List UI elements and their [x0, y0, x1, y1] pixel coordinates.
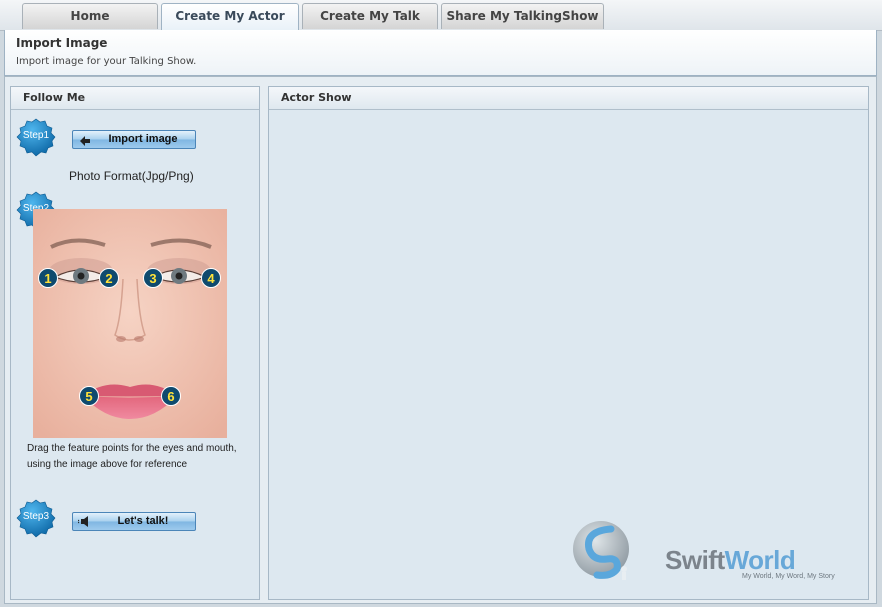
follow-me-panel: Follow Me Step1 Import image Photo Forma…	[10, 86, 260, 600]
reference-face-image: 1 2 3 4 5 6	[33, 209, 227, 438]
step3-badge: Step3	[16, 499, 56, 539]
tab-share-my-talkingshow[interactable]: Share My TalkingShow	[441, 3, 604, 29]
feature-point-4[interactable]: 4	[207, 271, 215, 286]
info-header: Import Image Import image for your Talki…	[4, 30, 877, 76]
top-tab-bar: Home Create My Actor Create My Talk Shar…	[0, 0, 882, 31]
follow-me-title: Follow Me	[11, 87, 259, 110]
photo-format-text: Photo Format(Jpg/Png)	[69, 169, 194, 183]
step3-label: Step3	[22, 511, 50, 522]
brand-name-part1: Swift	[665, 545, 725, 575]
brand-tagline: My World, My Word, My Story	[742, 573, 835, 580]
actor-show-panel: Actor Show SwiftWorld My World, My Word,…	[268, 86, 869, 600]
tab-create-my-talk[interactable]: Create My Talk	[302, 3, 438, 29]
feature-point-1[interactable]: 1	[44, 271, 51, 286]
speaker-icon	[78, 516, 88, 527]
lets-talk-label: Let's talk!	[117, 515, 169, 527]
feature-point-6[interactable]: 6	[167, 389, 174, 404]
tab-home[interactable]: Home	[22, 3, 158, 29]
brand-name: SwiftWorld	[665, 545, 796, 576]
lets-talk-button[interactable]: Let's talk!	[72, 512, 196, 531]
swiftworld-logo-icon	[573, 521, 629, 580]
feature-point-2[interactable]: 2	[105, 271, 112, 286]
import-image-button[interactable]: Import image	[72, 130, 196, 149]
page-subtitle: Import image for your Talking Show.	[16, 56, 197, 67]
page-title: Import Image	[16, 36, 108, 50]
tab-create-my-actor[interactable]: Create My Actor	[161, 3, 299, 31]
feature-point-5[interactable]: 5	[85, 389, 92, 404]
step1-label: Step1	[22, 130, 50, 141]
brand-name-part2: World	[724, 545, 796, 575]
import-image-label: Import image	[108, 133, 178, 145]
main-area: Follow Me Step1 Import image Photo Forma…	[4, 76, 877, 604]
feature-point-3[interactable]: 3	[149, 271, 156, 286]
step1-badge: Step1	[16, 118, 56, 158]
import-arrow-icon	[80, 136, 90, 146]
instruction-note: Drag the feature points for the eyes and…	[27, 443, 237, 470]
actor-show-title: Actor Show	[269, 87, 868, 110]
